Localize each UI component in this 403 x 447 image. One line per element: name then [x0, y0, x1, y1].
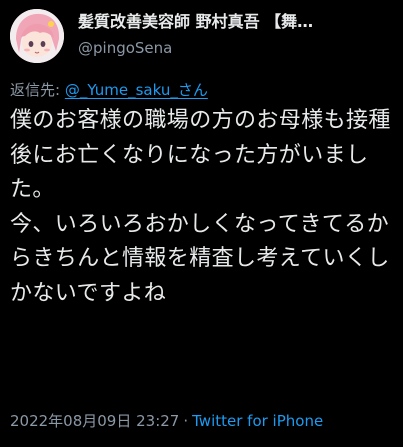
source-link[interactable]: Twitter for iPhone [192, 412, 323, 430]
reply-context: 返信先: @_Yume_saku_さん [10, 79, 208, 101]
tweet: 髪質改善美容師 野村真吾 【舞… @pingoSena 返信先: @_Yume_… [0, 0, 403, 447]
avatar[interactable] [10, 9, 64, 63]
anime-character-icon [10, 9, 64, 63]
reply-prefix: 返信先: [10, 81, 65, 99]
tweet-header: 髪質改善美容師 野村真吾 【舞… @pingoSena [78, 11, 396, 58]
user-handle[interactable]: @pingoSena [78, 38, 396, 58]
tweet-meta: 2022年08月09日 23:27 · Twitter for iPhone [10, 410, 323, 432]
reply-mention-link[interactable]: @_Yume_saku_さん [65, 81, 208, 99]
meta-separator: · [183, 412, 189, 430]
tweet-text: 僕のお客様の職場の方のお母様も接種後にお亡くなりになった方がいました。 今、いろ… [10, 108, 391, 306]
timestamp[interactable]: 2022年08月09日 23:27 [10, 412, 179, 430]
display-name[interactable]: 髪質改善美容師 野村真吾 【舞… [78, 11, 396, 33]
